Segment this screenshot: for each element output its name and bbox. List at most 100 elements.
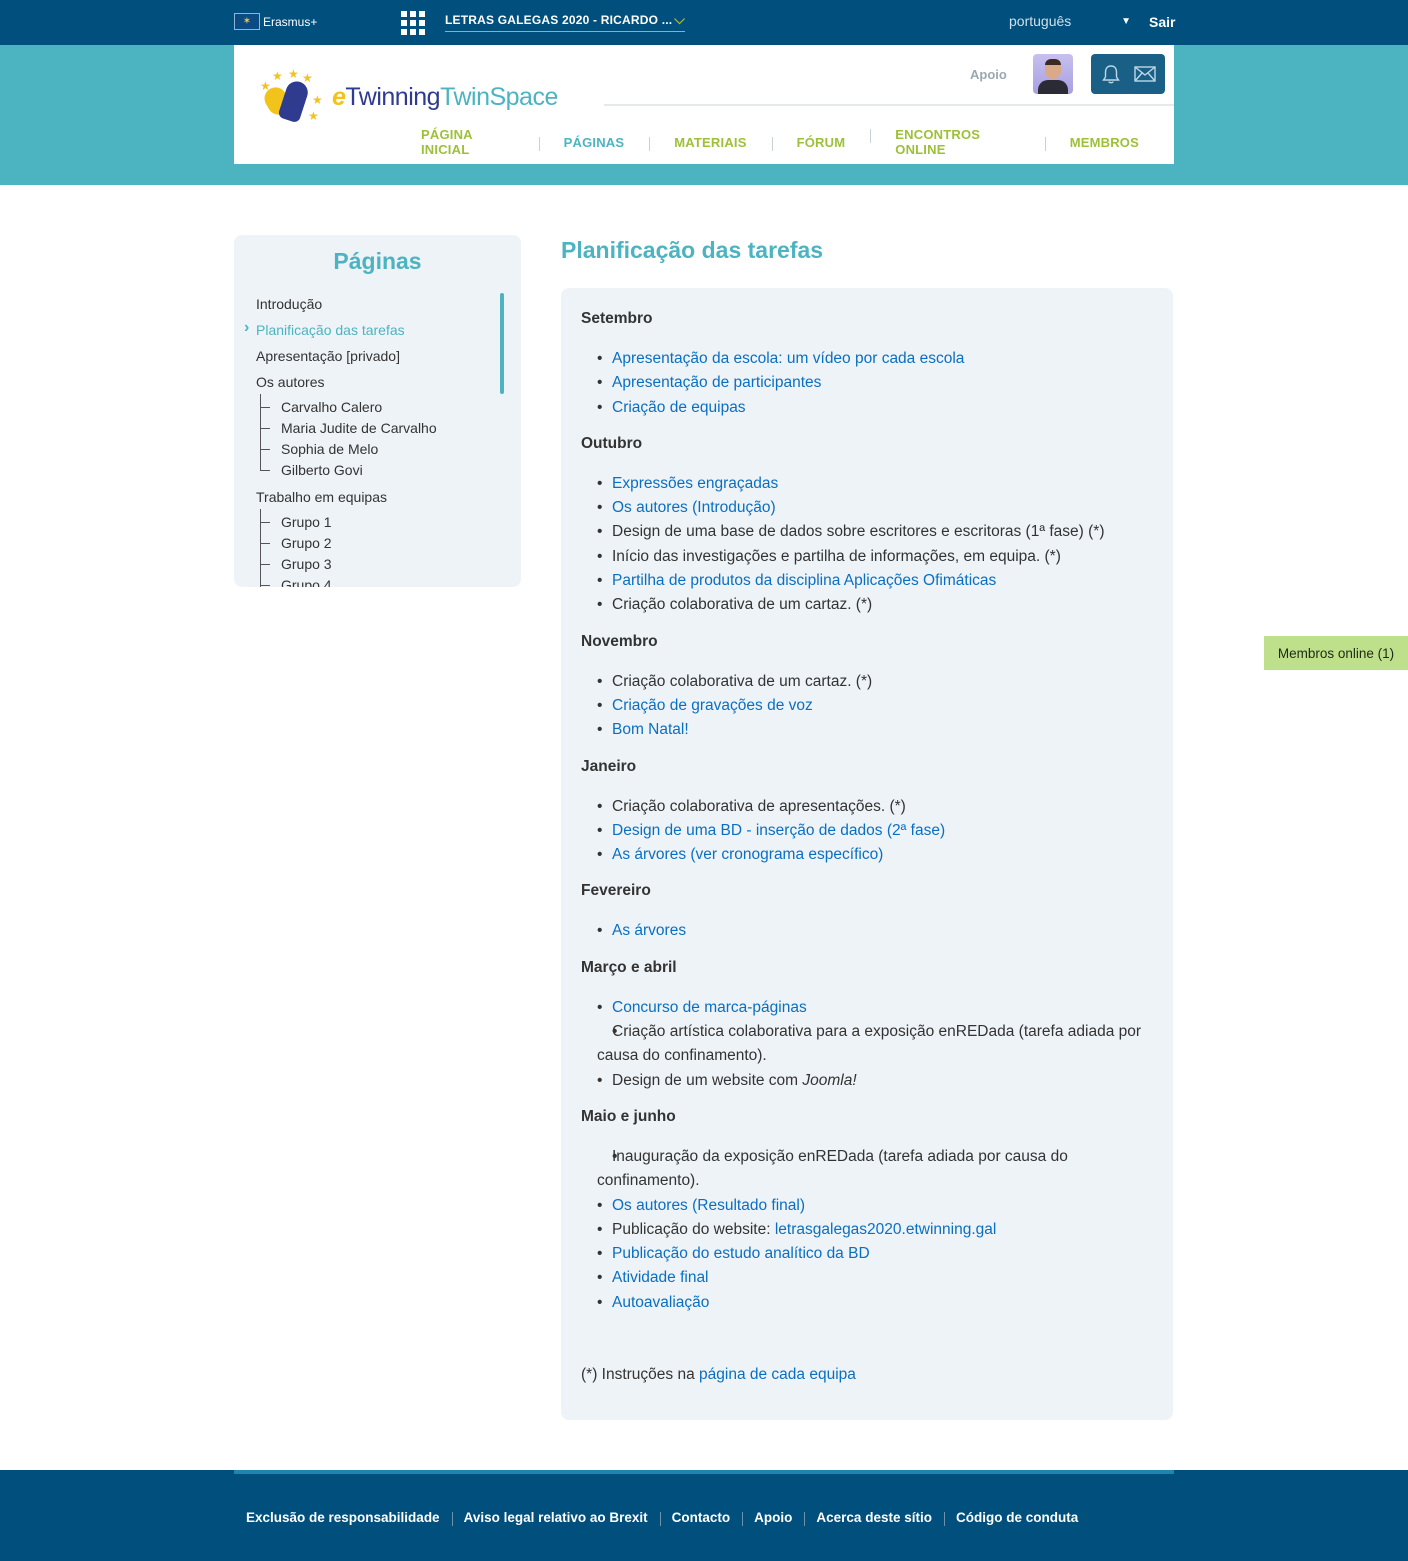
sidebar-item-introducao[interactable]: Introdução (256, 295, 501, 321)
task-item: Início das investigações e partilha de i… (597, 545, 1153, 570)
main-nav: PÁGINA INICIAL PÁGINAS MATERIAIS FÓRUM E… (396, 127, 1164, 157)
sidebar-subitem-sophia-de-melo[interactable]: Sophia de Melo (256, 436, 501, 462)
project-title: LETRAS GALEGAS 2020 - RICARDO ... (445, 12, 673, 27)
nav-pages[interactable]: PÁGINAS (538, 135, 650, 151)
sidebar-subitem-maria-judite[interactable]: Maria Judite de Carvalho (256, 415, 501, 441)
sidebar-subitem-grupo-1[interactable]: Grupo 1 (256, 509, 501, 535)
task-item: Apresentação de participantes (597, 371, 1153, 396)
project-selector[interactable]: LETRAS GALEGAS 2020 - RICARDO ... ⌵ (445, 8, 685, 32)
header: ★ ★ ★ ★ ★ ★ eTwinningTwinSpace Apoio PÁG… (234, 45, 1174, 164)
task-link[interactable]: Expressões engraçadas (612, 475, 778, 492)
task-text: Início das investigações e partilha de i… (612, 547, 1061, 565)
task-link[interactable]: Os autores (Introdução) (612, 499, 776, 516)
sidebar-subitem-grupo-4[interactable]: Grupo 4 (256, 572, 501, 587)
sidebar-subitem-grupo-3[interactable]: Grupo 3 (256, 551, 501, 577)
task-link[interactable]: Apresentação de participantes (612, 374, 821, 391)
task-link[interactable]: Partilha de produtos da disciplina Aplic… (612, 572, 996, 589)
task-link[interactable]: Os autores (Resultado final) (612, 1197, 805, 1214)
chevron-down-icon: ⌵ (674, 11, 685, 27)
task-link[interactable]: Concurso de marca-páginas (612, 999, 807, 1016)
instructions-note: (*) Instruções na página de cada equipa (581, 1366, 856, 1384)
task-link[interactable]: Apresentação da escola: um vídeo por cad… (612, 350, 964, 367)
task-link[interactable]: Bom Natal! (612, 721, 689, 738)
task-item: Apresentação da escola: um vídeo por cad… (597, 347, 1153, 372)
language-select[interactable]: português ▼ (1009, 13, 1131, 29)
logout-link[interactable]: Sair (1149, 14, 1175, 30)
task-text: Criação colaborativa de um cartaz. (*) (612, 672, 873, 690)
sidebar-item-planificacao[interactable]: Planificação das tarefas (244, 319, 501, 347)
month-heading: Novembro (581, 632, 658, 650)
footer-link-disclaimer[interactable]: Exclusão de responsabilidade (234, 1510, 452, 1525)
task-link[interactable]: Atividade final (612, 1269, 709, 1286)
nav-members[interactable]: MEMBROS (1044, 135, 1164, 151)
task-link[interactable]: Criação de equipas (612, 399, 746, 416)
task-list: Inauguração da exposição enREDada (taref… (581, 1145, 1153, 1315)
task-item: Design de um website com Joomla! (597, 1069, 1153, 1094)
sidebar-item-apresentacao[interactable]: Apresentação [privado] (256, 347, 501, 373)
task-text: Publicação do website: (612, 1220, 775, 1238)
erasmus-plus-logo[interactable]: ✶ Erasmus+ (234, 13, 317, 30)
language-value: português (1009, 13, 1072, 29)
footer-link-support[interactable]: Apoio (742, 1510, 804, 1526)
footer-link-about[interactable]: Acerca deste sítio (804, 1510, 944, 1526)
footer: Exclusão de responsabilidade Aviso legal… (0, 1470, 1408, 1561)
task-link[interactable]: Criação de gravações de voz (612, 697, 813, 714)
sidebar-item-os-autores[interactable]: Os autores (256, 373, 501, 399)
task-emphasis: Joomla! (802, 1071, 857, 1089)
etwinning-logo[interactable]: ★ ★ ★ ★ ★ ★ eTwinningTwinSpace (258, 67, 558, 127)
task-item: As árvores (597, 919, 1153, 944)
apps-grid-icon[interactable] (401, 11, 425, 35)
messages-button[interactable] (1125, 54, 1165, 94)
task-item: Criação colaborativa de um cartaz. (*) (597, 670, 1153, 695)
support-link[interactable]: Apoio (970, 67, 1007, 82)
task-link[interactable]: Design de uma BD - inserção de dados (2ª… (612, 822, 945, 839)
task-list: Criação colaborativa de apresentações. (… (581, 795, 1153, 868)
caret-down-icon: ▼ (1121, 16, 1131, 27)
sidebar-subitem-gilberto-govi[interactable]: Gilberto Govi (256, 457, 501, 483)
task-link[interactable]: Autoavaliação (612, 1294, 709, 1311)
task-item: Criação artística colaborativa para a ex… (597, 1020, 1153, 1069)
task-link[interactable]: As árvores (612, 922, 686, 939)
page-content: Setembro Apresentação da escola: um víde… (561, 288, 1173, 1420)
month-heading: Março e abril (581, 958, 677, 976)
team-page-link[interactable]: página de cada equipa (699, 1366, 856, 1383)
task-text: Criação colaborativa de um cartaz. (*) (612, 596, 873, 614)
task-text: Design de uma base de dados sobre escrit… (612, 523, 1105, 541)
task-link[interactable]: As árvores (ver cronograma específico) (612, 846, 883, 863)
task-item: Design de uma BD - inserção de dados (2ª… (597, 819, 1153, 844)
task-item: Partilha de produtos da disciplina Aplic… (597, 569, 1153, 594)
etwinning-logo-icon: ★ ★ ★ ★ ★ ★ (260, 67, 323, 124)
footer-divider (234, 1470, 1174, 1474)
task-item: Os autores (Resultado final) (597, 1194, 1153, 1219)
task-item: Atividade final (597, 1266, 1153, 1291)
bell-icon (1102, 65, 1120, 84)
sidebar-subitem-grupo-2[interactable]: Grupo 2 (256, 530, 501, 556)
nav-online-meetings[interactable]: ENCONTROS ONLINE (870, 127, 1044, 157)
avatar[interactable] (1033, 54, 1073, 94)
sidebar-subitem-carvalho-calero[interactable]: Carvalho Calero (256, 394, 501, 420)
month-heading: Setembro (581, 310, 653, 327)
sidebar-title: Páginas (333, 248, 422, 274)
footer-link-contact[interactable]: Contacto (659, 1510, 743, 1526)
sidebar-scrollbar[interactable] (500, 293, 504, 394)
month-heading: Outubro (581, 434, 643, 452)
task-item: Expressões engraçadas (597, 472, 1153, 497)
nav-forum[interactable]: FÓRUM (771, 135, 871, 151)
task-item: Publicação do website: letrasgalegas2020… (597, 1218, 1153, 1243)
website-link[interactable]: letrasgalegas2020.etwinning.gal (775, 1221, 996, 1238)
sidebar-item-trabalho-em-equipas[interactable]: Trabalho em equipas (256, 488, 501, 514)
nav-materials[interactable]: MATERIAIS (649, 135, 771, 151)
online-members-tab[interactable]: Membros online (1) (1264, 636, 1408, 670)
task-item: Criação de equipas (597, 396, 1153, 421)
task-item: Publicação do estudo analítico da BD (597, 1242, 1153, 1267)
task-item: Design de uma base de dados sobre escrit… (597, 520, 1153, 545)
footer-link-code-of-conduct[interactable]: Código de conduta (943, 1510, 1090, 1526)
task-item: Bom Natal! (597, 718, 1153, 743)
nav-home[interactable]: PÁGINA INICIAL (396, 127, 539, 157)
footer-link-brexit[interactable]: Aviso legal relativo ao Brexit (451, 1510, 660, 1526)
task-list: Concurso de marca-páginas Criação artíst… (581, 996, 1153, 1093)
pages-sidebar: Páginas Introdução Planificação das tare… (234, 235, 521, 587)
task-link[interactable]: Publicação do estudo analítico da BD (612, 1245, 870, 1262)
task-list: Apresentação da escola: um vídeo por cad… (581, 347, 1153, 420)
header-divider (604, 104, 1174, 106)
